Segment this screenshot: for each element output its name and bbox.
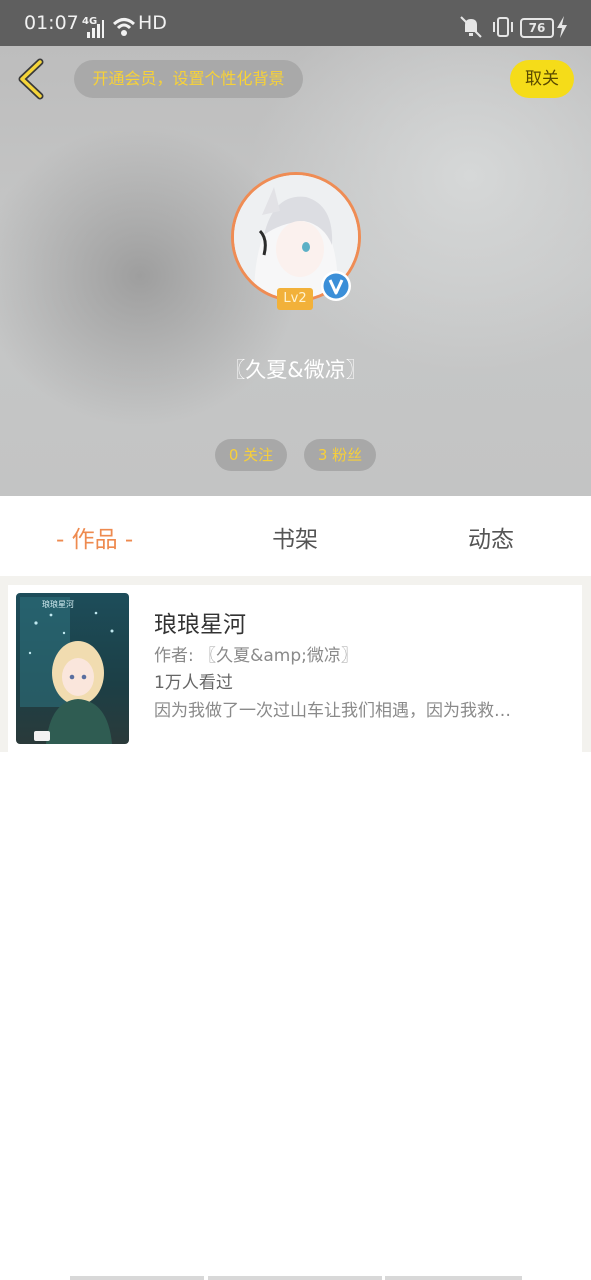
profile-header: 开通会员，设置个性化背景 取关 Lv2 〖久夏&微凉〗 0 关注 3 粉丝 <box>0 46 591 496</box>
verified-icon <box>321 271 351 301</box>
unfollow-button[interactable]: 取关 <box>510 60 574 98</box>
nav-hint-right <box>385 1276 522 1280</box>
tab-bookshelf[interactable]: 书架 <box>272 520 318 554</box>
tab-works[interactable]: - 作品 - <box>56 520 133 554</box>
level-badge: Lv2 <box>277 288 313 310</box>
signal-icon <box>87 20 104 38</box>
status-bar: 01:07 4G HD 76 <box>0 0 591 46</box>
profile-tabs: - 作品 - 书架 动态 <box>0 496 591 576</box>
list-item[interactable]: 琅琅星河 琅琅星河 作者: 〖久夏&amp;微凉〗 1万人看过 因为我做了一次过… <box>8 585 582 752</box>
book-description: 因为我做了一次过山车让我们相遇，因为我救… <box>154 701 511 721</box>
mute-icon <box>460 16 482 38</box>
book-cover[interactable]: 琅琅星河 <box>16 593 129 744</box>
followers-count[interactable]: 3 粉丝 <box>304 439 376 471</box>
status-time: 01:07 <box>24 12 79 34</box>
wifi-icon <box>112 18 136 36</box>
book-title: 琅琅星河 <box>154 612 246 638</box>
nav-hint-left <box>70 1276 204 1280</box>
following-count[interactable]: 0 关注 <box>215 439 287 471</box>
book-author: 作者: 〖久夏&amp;微凉〗 <box>154 646 358 666</box>
vibrate-icon <box>493 17 513 37</box>
username: 〖久夏&微凉〗 <box>224 358 367 382</box>
nav-hint-center <box>208 1276 382 1280</box>
back-arrow-icon[interactable] <box>14 58 48 100</box>
tab-moments[interactable]: 动态 <box>468 520 514 554</box>
charging-icon <box>557 16 567 38</box>
book-views: 1万人看过 <box>154 673 233 693</box>
vip-background-prompt[interactable]: 开通会员，设置个性化背景 <box>74 60 303 98</box>
battery-indicator: 76 <box>520 18 554 38</box>
hd-indicator: HD <box>138 12 167 34</box>
cover-title: 琅琅星河 <box>42 599 74 609</box>
